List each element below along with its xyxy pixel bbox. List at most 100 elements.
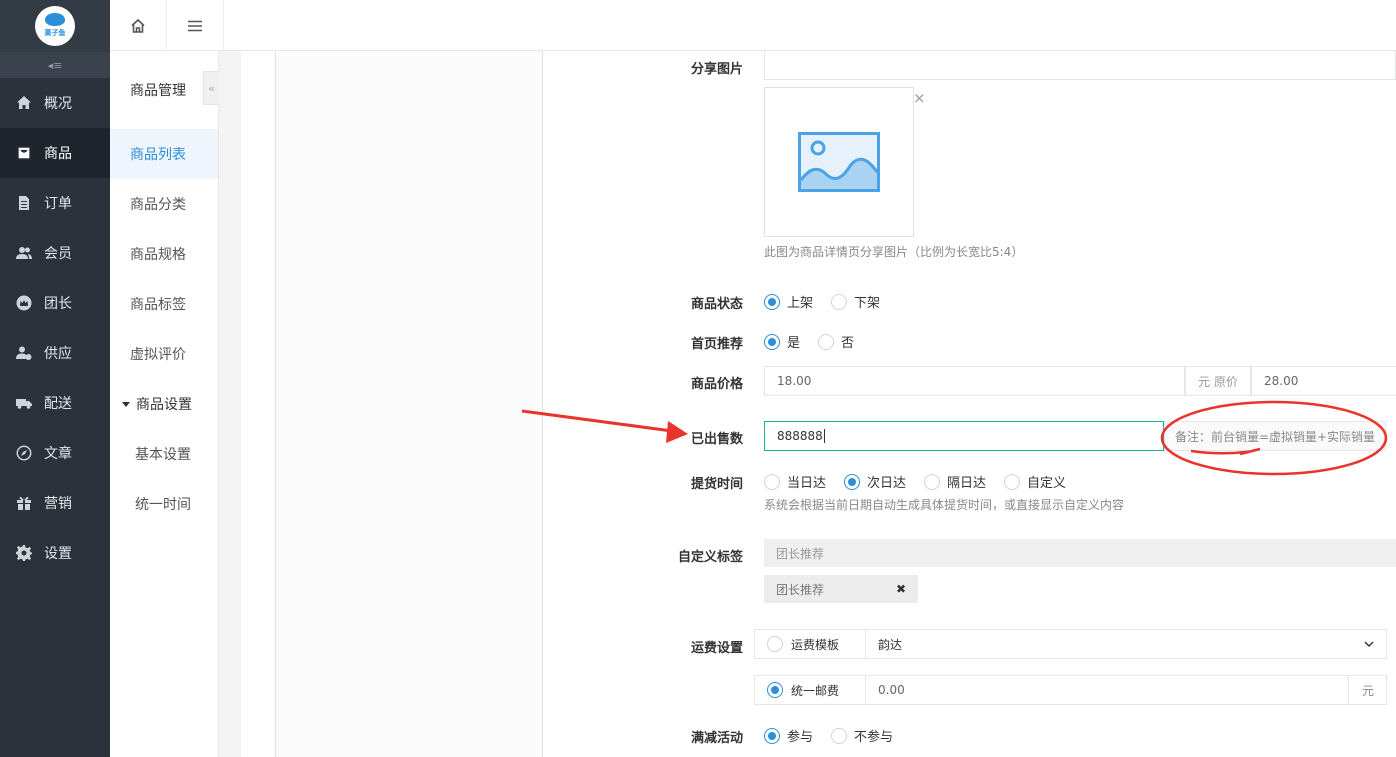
radio-unchecked[interactable] (831, 727, 848, 744)
top-header (110, 0, 1396, 51)
sidebar-item-settings[interactable]: 设置 (0, 528, 110, 578)
fish-logo-icon (45, 13, 65, 26)
pickup-option-custom[interactable]: 自定义 (1004, 472, 1066, 491)
sidebar-item-delivery[interactable]: 配送 (0, 378, 110, 428)
radio-checked[interactable] (764, 293, 780, 310)
radio-checked[interactable] (767, 682, 783, 698)
shipping-template-row: 运费模板 韵达 (754, 629, 1387, 659)
shipping-unified-input[interactable]: 0.00 (866, 676, 1348, 704)
pickup-time-label: 提货时间 (690, 477, 743, 492)
shipping-template-select[interactable]: 韵达 (866, 630, 1386, 658)
menu-toggle-button[interactable] (167, 0, 224, 51)
secondary-nav: 商品管理 « 商品列表 商品分类 商品规格 商品标签 虚拟评价 商品设置 基本设… (110, 51, 220, 757)
radio-label: 次日达 (867, 476, 907, 491)
custom-tags-input[interactable]: 团长推荐 (764, 539, 1396, 567)
original-price-input[interactable]: 28.00 (1251, 366, 1396, 396)
sidebar-item-overview[interactable]: 概况 (0, 78, 110, 128)
truck-icon (16, 399, 32, 409)
radio-unchecked[interactable] (924, 473, 941, 490)
bag-icon (17, 146, 31, 160)
remove-tag-icon[interactable]: ✖ (896, 582, 906, 596)
document-icon (19, 196, 29, 210)
home-icon (131, 18, 145, 33)
shipping-unit: 元 (1348, 676, 1386, 704)
radio-label: 是 (787, 336, 801, 351)
status-radio-group: 上架 下架 (764, 292, 890, 311)
sidebar-item-supply[interactable]: 供应 (0, 328, 110, 378)
radio-label: 不参与 (854, 730, 894, 745)
price-addon: 元 原价 (1185, 366, 1251, 396)
subnav-collapse-toggle[interactable]: « (203, 71, 220, 105)
discount-radio-group: 参与 不参与 (764, 726, 903, 745)
status-option-off[interactable]: 下架 (831, 292, 880, 311)
radio-checked[interactable] (764, 333, 780, 350)
pickup-option-same-day[interactable]: 当日达 (764, 472, 826, 491)
radio-label: 当日达 (787, 476, 827, 491)
sold-count-input[interactable]: 888888 (764, 421, 1164, 451)
share-image-url-field[interactable] (764, 51, 1396, 80)
logo[interactable]: 菓子鱼 (35, 6, 75, 46)
price-input[interactable]: 18.00 (764, 366, 1185, 396)
subnav-item-virtual-reviews[interactable]: 虚拟评价 (110, 329, 218, 379)
subnav-item-unified-time[interactable]: 统一时间 (110, 479, 218, 529)
subnav-group-label: 商品设置 (136, 397, 192, 413)
sidebar-item-leaders[interactable]: 团长 (0, 278, 110, 328)
shipping-unified-option[interactable]: 统一邮费 (755, 676, 866, 704)
gear-icon (16, 545, 32, 561)
tag-chip-label: 团长推荐 (776, 582, 825, 597)
pickup-radio-group: 当日达 次日达 隔日达 自定义 (764, 472, 1076, 491)
supplier-icon (16, 346, 32, 360)
subnav-item-tags[interactable]: 商品标签 (110, 279, 218, 329)
subnav-item-basic-settings[interactable]: 基本设置 (110, 429, 218, 479)
shipping-template-value: 韵达 (878, 637, 903, 652)
pickup-option-two-day[interactable]: 隔日达 (924, 472, 986, 491)
sold-count-label: 已出售数 (690, 432, 743, 447)
sidebar-item-members[interactable]: 会员 (0, 228, 110, 278)
radio-unchecked[interactable] (1004, 473, 1021, 490)
subnav-group-settings[interactable]: 商品设置 (110, 379, 218, 429)
home-button[interactable] (110, 0, 167, 51)
radio-checked[interactable] (764, 727, 780, 744)
content-panel-middle (276, 51, 542, 757)
radio-checked[interactable] (844, 473, 861, 490)
caret-down-icon (122, 401, 130, 407)
radio-label: 隔日达 (947, 476, 987, 491)
pickup-option-next-day[interactable]: 次日达 (844, 472, 906, 491)
sidebar-item-label: 设置 (44, 546, 72, 562)
homepage-option-no[interactable]: 否 (818, 332, 854, 351)
sidebar-item-orders[interactable]: 订单 (0, 178, 110, 228)
sidebar-item-marketing[interactable]: 营销 (0, 478, 110, 528)
radio-unchecked[interactable] (818, 333, 835, 350)
sold-count-note: 备注：前台销量=虚拟销量+实际销量 (1164, 421, 1386, 451)
discount-option-skip[interactable]: 不参与 (831, 726, 893, 745)
logo-area: 菓子鱼 (0, 0, 110, 52)
pickup-time-help: 系统会根据当前日期自动生成具体提货时间，或直接显示自定义内容 (764, 498, 1125, 512)
subnav-item-specs[interactable]: 商品规格 (110, 229, 218, 279)
radio-unchecked[interactable] (767, 636, 783, 652)
shipping-unified-row: 统一邮费 0.00 元 (754, 675, 1387, 705)
share-image-preview[interactable] (764, 87, 914, 237)
content-panel-left (241, 51, 275, 757)
sidebar-collapse-button[interactable]: ◂≡ (0, 52, 110, 78)
sidebar-item-label: 供应 (44, 346, 72, 362)
radio-unchecked[interactable] (764, 473, 780, 490)
status-option-on[interactable]: 上架 (764, 292, 813, 311)
subnav-item-categories[interactable]: 商品分类 (110, 179, 218, 229)
homepage-option-yes[interactable]: 是 (764, 332, 800, 351)
shipping-template-option[interactable]: 运费模板 (755, 630, 866, 658)
sidebar-item-label: 团长 (44, 296, 72, 312)
remove-image-button[interactable]: × (913, 89, 926, 107)
tag-chip: 团长推荐 ✖ (764, 575, 918, 603)
discount-option-join[interactable]: 参与 (764, 726, 813, 745)
sidebar-item-products[interactable]: 商品 (0, 128, 110, 178)
radio-label: 参与 (787, 730, 814, 745)
radio-unchecked[interactable] (831, 293, 848, 310)
sidebar-item-label: 配送 (44, 396, 72, 412)
hamburger-icon (188, 20, 202, 31)
sidebar-item-label: 营销 (44, 496, 72, 512)
subnav-item-product-list[interactable]: 商品列表 (110, 129, 218, 179)
radio-label: 下架 (854, 296, 881, 311)
sidebar-item-articles[interactable]: 文章 (0, 428, 110, 478)
subnav-title: 商品管理 (130, 83, 186, 99)
radio-label: 上架 (787, 296, 814, 311)
